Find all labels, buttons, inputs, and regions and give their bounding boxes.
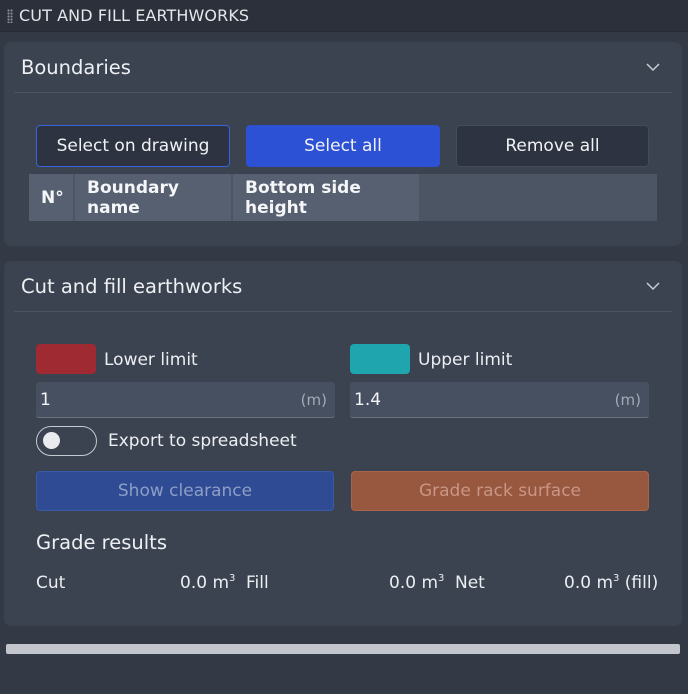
window-title: CUT AND FILL EARTHWORKS	[19, 6, 250, 25]
export-toggle[interactable]	[36, 426, 97, 456]
net-value: 0.0 m3 (fill)	[564, 573, 659, 593]
net-label: Net	[455, 573, 485, 593]
lower-limit-label: Lower limit	[104, 350, 198, 370]
column-number[interactable]: N°	[29, 174, 73, 221]
drag-grip-icon[interactable]	[7, 8, 13, 23]
horizontal-scrollbar[interactable]	[6, 644, 680, 654]
lower-limit-input[interactable]: 1 (m)	[36, 382, 335, 418]
cutfill-title: Cut and fill earthworks	[21, 274, 243, 298]
select-on-drawing-button[interactable]: Select on drawing	[36, 125, 230, 167]
title-bar: CUT AND FILL EARTHWORKS	[0, 0, 688, 32]
lower-limit-value: 1	[40, 389, 51, 410]
lower-limit-color-swatch[interactable]	[36, 344, 96, 374]
fill-label: Fill	[246, 573, 269, 593]
upper-limit-value: 1.4	[354, 389, 382, 410]
column-bottom-side-height[interactable]: Bottom side height	[233, 174, 419, 221]
export-label: Export to spreadsheet	[108, 431, 297, 451]
column-boundary-name[interactable]: Boundary name	[75, 174, 231, 221]
upper-limit-input[interactable]: 1.4 (m)	[350, 382, 649, 418]
boundaries-panel: Boundaries Select on drawing Select all …	[4, 42, 682, 246]
upper-limit-unit: (m)	[614, 390, 641, 409]
grade-rack-surface-button[interactable]: Grade rack surface	[351, 471, 649, 511]
toggle-knob	[43, 432, 60, 449]
select-all-button[interactable]: Select all	[246, 125, 440, 167]
boundaries-table-header: N° Boundary name Bottom side height	[29, 174, 657, 221]
cut-value: 0.0 m3	[180, 573, 236, 593]
chevron-down-icon[interactable]	[646, 279, 660, 293]
cutfill-panel: Cut and fill earthworks Lower limit Uppe…	[4, 261, 682, 626]
cut-label: Cut	[36, 573, 66, 593]
cutfill-header[interactable]: Cut and fill earthworks	[14, 261, 672, 312]
boundaries-title: Boundaries	[21, 55, 131, 79]
boundaries-header[interactable]: Boundaries	[14, 42, 672, 93]
lower-limit-unit: (m)	[300, 390, 327, 409]
upper-limit-label: Upper limit	[418, 350, 513, 370]
upper-limit-color-swatch[interactable]	[350, 344, 410, 374]
chevron-down-icon[interactable]	[646, 60, 660, 74]
fill-value: 0.0 m3	[389, 573, 445, 593]
grade-results-title: Grade results	[36, 531, 167, 554]
remove-all-button[interactable]: Remove all	[456, 125, 649, 167]
show-clearance-button[interactable]: Show clearance	[36, 471, 334, 511]
